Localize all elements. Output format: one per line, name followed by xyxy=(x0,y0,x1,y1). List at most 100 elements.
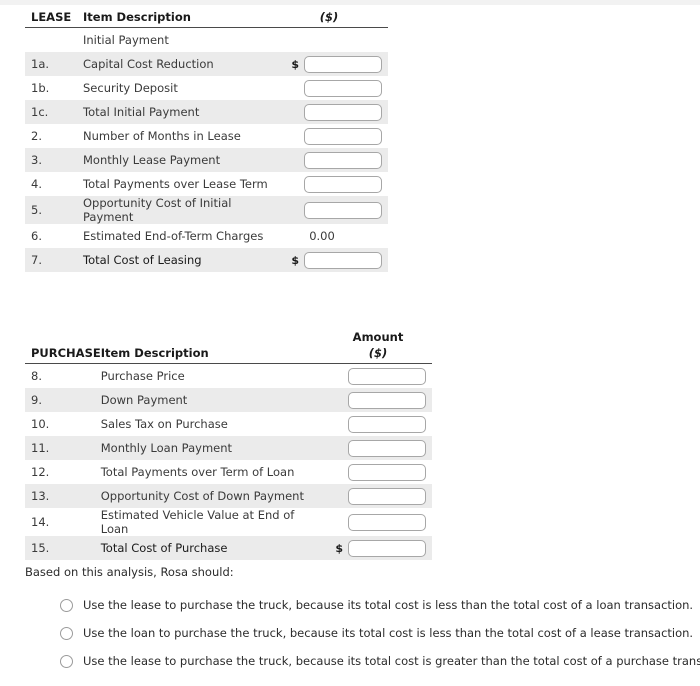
top-band xyxy=(0,0,700,5)
amount-input-wrap xyxy=(324,367,432,385)
answer-option-label: Use the loan to purchase the truck, beca… xyxy=(83,626,694,640)
row-description: Total Payments over Term of Loan xyxy=(100,460,324,484)
amount-input[interactable] xyxy=(304,201,382,219)
row-description: Estimated Vehicle Value at End of Loan xyxy=(100,508,324,536)
amount-input[interactable] xyxy=(348,513,426,531)
lease-table-head: LEASE Item Description ($) xyxy=(25,10,388,28)
row-description: Purchase Price xyxy=(100,363,324,388)
answer-option-3[interactable]: Use the lease to purchase the truck, bec… xyxy=(60,654,700,682)
table-row: 12. Total Payments over Term of Loan xyxy=(25,460,432,484)
table-row: 14. Estimated Vehicle Value at End of Loa… xyxy=(25,508,432,536)
amount-input[interactable] xyxy=(348,415,426,433)
purchase-table-body: 8. Purchase Price 9. Down Payment 10. Sales T… xyxy=(25,363,432,560)
table-row: 7. Total Cost of Leasing $ xyxy=(25,248,388,272)
row-number: 1a. xyxy=(25,52,83,76)
row-number: 8. xyxy=(25,363,101,388)
purchase-worksheet-table: Amount PURCHASE Item Description ($) 8. P… xyxy=(25,330,432,560)
table-row: 6. Estimated End-of-Term Charges 0.00 xyxy=(25,224,388,248)
amount-input[interactable] xyxy=(304,79,382,97)
table-row: 10. Sales Tax on Purchase xyxy=(25,412,432,436)
purchase-header-code: PURCHASE xyxy=(25,346,101,364)
amount-input-wrap xyxy=(270,201,388,219)
row-description: Down Payment xyxy=(100,388,324,412)
table-row: 9. Down Payment xyxy=(25,388,432,412)
amount-input[interactable] xyxy=(348,463,426,481)
radio-button-icon[interactable] xyxy=(60,627,73,640)
row-description: Opportunity Cost of Initial Payment xyxy=(83,196,270,224)
amount-input[interactable] xyxy=(348,391,426,409)
row-amount-cell xyxy=(324,363,432,388)
table-row: 11. Monthly Loan Payment xyxy=(25,436,432,460)
radio-button-icon[interactable] xyxy=(60,599,73,612)
row-description: Estimated End-of-Term Charges xyxy=(83,224,270,248)
table-row: 1a. Capital Cost Reduction $ xyxy=(25,52,388,76)
row-description: Initial Payment xyxy=(83,27,270,52)
row-amount-cell xyxy=(270,172,388,196)
row-amount-cell xyxy=(324,460,432,484)
row-amount-cell xyxy=(270,100,388,124)
amount-input[interactable] xyxy=(348,487,426,505)
row-amount-cell xyxy=(324,412,432,436)
row-amount-cell xyxy=(270,27,388,52)
answer-option-label: Use the lease to purchase the truck, bec… xyxy=(83,654,700,668)
amount-input-wrap xyxy=(324,415,432,433)
answer-options-group: Use the lease to purchase the truck, bec… xyxy=(60,598,700,682)
row-amount-cell xyxy=(324,484,432,508)
lease-header-description: Item Description xyxy=(83,10,270,28)
table-row: 1c. Total Initial Payment xyxy=(25,100,388,124)
amount-input-wrap: $ xyxy=(324,539,432,557)
row-number: 11. xyxy=(25,436,101,460)
dollar-sign-icon: $ xyxy=(335,541,343,555)
lease-header-row: LEASE Item Description ($) xyxy=(25,10,388,28)
lease-worksheet-table: LEASE Item Description ($) Initial Payme… xyxy=(25,10,388,272)
row-amount-cell xyxy=(270,124,388,148)
amount-input-wrap: $ xyxy=(270,251,388,269)
amount-input-wrap xyxy=(270,151,388,169)
row-number: 5. xyxy=(25,196,83,224)
table-row: 3. Monthly Lease Payment xyxy=(25,148,388,172)
row-number: 15. xyxy=(25,536,101,560)
row-amount-cell xyxy=(324,388,432,412)
row-amount-cell xyxy=(270,196,388,224)
amount-input[interactable] xyxy=(348,367,426,385)
table-row: 4. Total Payments over Lease Term xyxy=(25,172,388,196)
amount-input[interactable] xyxy=(348,539,426,557)
row-description: Opportunity Cost of Down Payment xyxy=(100,484,324,508)
amount-input-wrap xyxy=(324,487,432,505)
amount-input-wrap xyxy=(270,79,388,97)
purchase-amount-title-row: Amount xyxy=(25,330,432,346)
answer-option-1[interactable]: Use the lease to purchase the truck, bec… xyxy=(60,598,700,626)
amount-input-wrap xyxy=(270,103,388,121)
amount-input-wrap xyxy=(324,463,432,481)
purchase-amount-title-spacer-num xyxy=(25,330,101,346)
row-description: Total Cost of Leasing xyxy=(83,248,270,272)
row-number: 4. xyxy=(25,172,83,196)
amount-input[interactable] xyxy=(304,251,382,269)
purchase-header-row: PURCHASE Item Description ($) xyxy=(25,346,432,364)
row-amount-cell xyxy=(270,148,388,172)
purchase-header-amount-title: Amount xyxy=(352,330,404,344)
radio-button-icon[interactable] xyxy=(60,655,73,668)
amount-input[interactable] xyxy=(304,103,382,121)
lease-table-body: Initial Payment 1a. Capital Cost Reduction… xyxy=(25,27,388,272)
row-number: 7. xyxy=(25,248,83,272)
row-amount-cell xyxy=(270,76,388,100)
amount-input[interactable] xyxy=(304,151,382,169)
table-row: 2. Number of Months in Lease xyxy=(25,124,388,148)
lease-header-amount-unit: ($) xyxy=(270,10,388,28)
amount-input[interactable] xyxy=(304,127,382,145)
amount-input[interactable] xyxy=(304,55,382,73)
row-description: Number of Months in Lease xyxy=(83,124,270,148)
amount-input[interactable] xyxy=(304,175,382,193)
row-number: 3. xyxy=(25,148,83,172)
row-number: 12. xyxy=(25,460,101,484)
amount-input[interactable] xyxy=(348,439,426,457)
purchase-header-amount-unit: ($) xyxy=(324,346,432,364)
static-amount-value: 0.00 xyxy=(309,229,335,243)
amount-input-wrap xyxy=(270,127,388,145)
amount-input-wrap xyxy=(324,391,432,409)
analysis-question-prompt: Based on this analysis, Rosa should: xyxy=(25,565,234,579)
table-row: 8. Purchase Price xyxy=(25,363,432,388)
row-number: 10. xyxy=(25,412,101,436)
answer-option-2[interactable]: Use the loan to purchase the truck, beca… xyxy=(60,626,700,654)
